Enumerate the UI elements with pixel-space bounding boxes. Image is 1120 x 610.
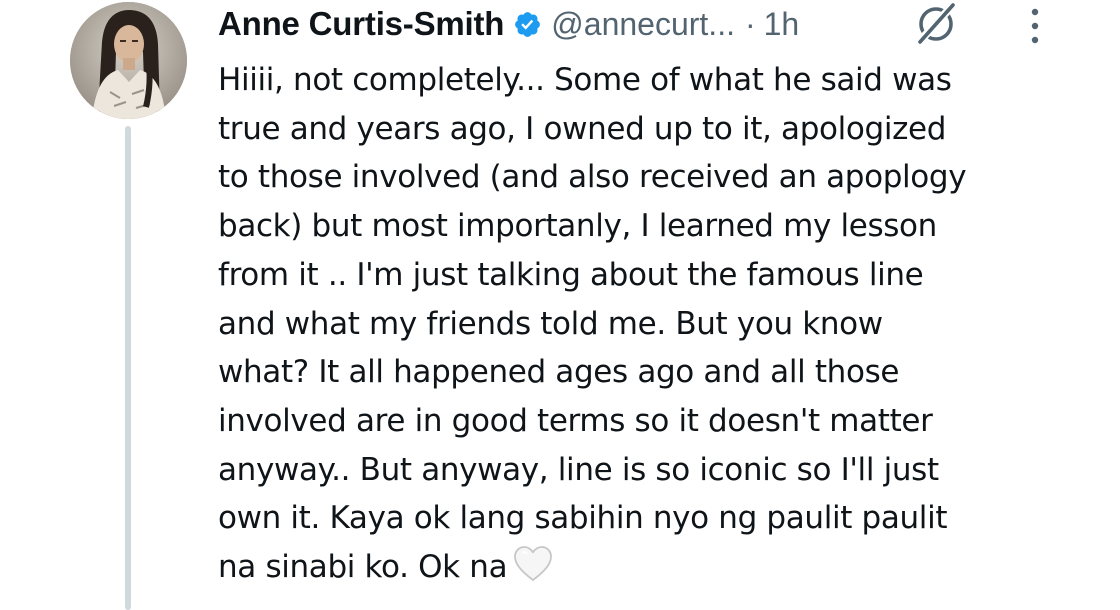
thread-connector-line [125,126,131,610]
grok-icon[interactable] [912,2,960,46]
tweet[interactable]: Anne Curtis-Smith @annecurt... · 1h Hiii… [0,0,1120,610]
more-vertical-icon[interactable] [1025,6,1045,46]
tweet-text: Hiiii, not completely... Some of what he… [218,62,967,586]
white-heart-icon [514,546,553,581]
avatar-photo [70,2,187,119]
verified-badge-icon[interactable] [513,10,542,39]
separator-dot: · [744,5,756,42]
avatar[interactable] [70,2,187,119]
tweet-body: Hiiii, not completely... Some of what he… [218,56,1098,592]
timestamp[interactable]: 1h [764,6,800,43]
tweet-header: Anne Curtis-Smith @annecurt... · 1h [218,0,799,48]
author-name[interactable]: Anne Curtis-Smith [218,5,504,43]
author-handle[interactable]: @annecurt... [551,6,735,43]
